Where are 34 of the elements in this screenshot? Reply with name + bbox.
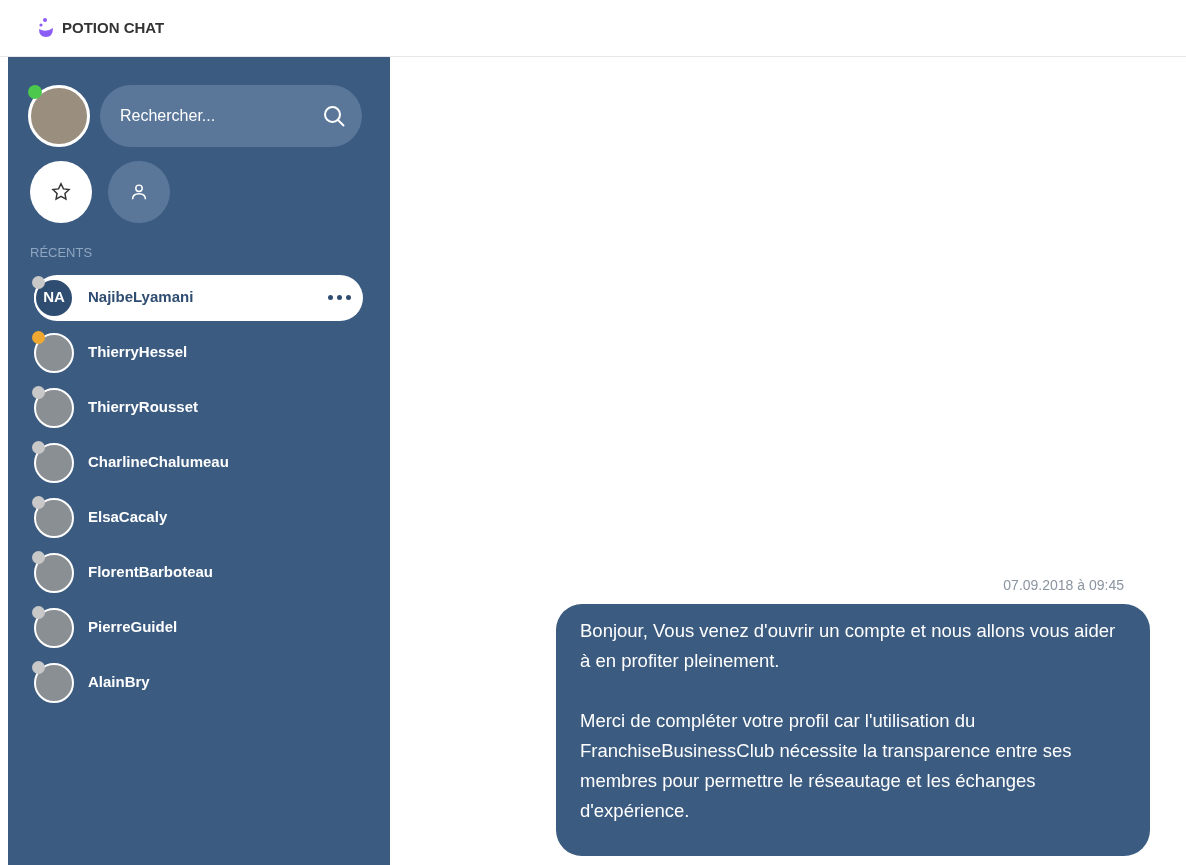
contact-item[interactable]: NA NajibeLyamani <box>34 274 363 321</box>
contact-name: ThierryRousset <box>88 397 200 418</box>
more-options-icon[interactable] <box>328 295 351 300</box>
contact-item[interactable]: ElsaCacaly <box>34 494 363 541</box>
message-timestamp: 07.09.2018 à 09:45 <box>1003 576 1124 595</box>
avatar-photo-placeholder <box>34 552 74 593</box>
contact-name: PierreGuidel <box>88 617 179 638</box>
app-title: POTION CHAT <box>62 17 165 38</box>
potion-logo-icon <box>38 18 54 38</box>
section-heading: RÉCENTS <box>29 244 94 262</box>
contact-name: ThierryHessel <box>88 342 189 363</box>
search-icon[interactable] <box>322 104 346 128</box>
contact-item[interactable]: FlorentBarboteau <box>34 549 363 596</box>
contact-name: FlorentBarboteau <box>88 562 214 583</box>
avatar-photo-placeholder <box>34 662 74 703</box>
message-text: Merci de compléter votre profil car l'utilisation du FranchiseBusinessClub nécessite la transparence entre ses membres pour permettre le réseautage et les échanges d'expérience. <box>580 709 1073 823</box>
contact-item[interactable]: AlainBry <box>34 659 363 706</box>
message-text: Bonjour, Vous venez d'ouvrir un compte et nous allons vous aider à en profiter pleinement. <box>580 619 1117 673</box>
contact-name: NajibeLyamani <box>88 287 195 308</box>
avatar-photo-placeholder <box>34 387 74 428</box>
contact-name: AlainBry <box>88 672 151 693</box>
avatar-photo-placeholder <box>34 497 74 538</box>
avatar-photo-placeholder <box>34 607 74 648</box>
initials-avatar: NA <box>34 277 74 318</box>
star-icon <box>50 181 72 203</box>
contact-name: ElsaCacaly <box>88 507 169 528</box>
search-field[interactable]: Rechercher... <box>100 85 362 147</box>
contact-item[interactable]: ThierryRousset <box>34 384 363 431</box>
contact-name: CharlineChalumeau <box>88 452 230 473</box>
avatar-photo-placeholder <box>34 332 74 373</box>
contact-item[interactable]: ThierryHessel <box>34 329 363 376</box>
contact-item[interactable]: PierreGuidel <box>34 604 363 651</box>
contact-item[interactable]: CharlineChalumeau <box>34 439 363 486</box>
avatar-photo-placeholder <box>34 442 74 483</box>
